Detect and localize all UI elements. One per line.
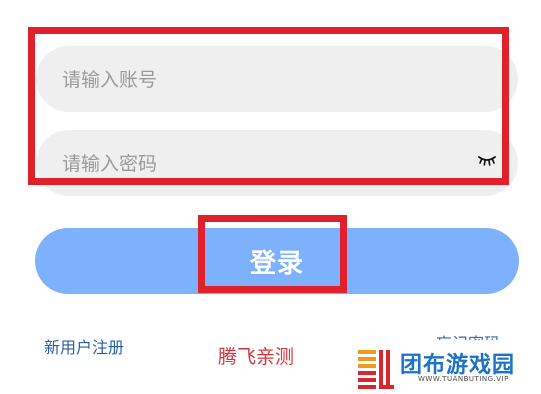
password-input[interactable]	[60, 130, 464, 198]
login-button-label: 登录	[249, 248, 304, 279]
register-link[interactable]: 新用户注册	[44, 334, 124, 358]
eye-closed-icon[interactable]	[478, 155, 496, 167]
account-field[interactable]	[36, 46, 518, 114]
login-button[interactable]: 登录	[35, 228, 519, 294]
logo-subtitle: WWW.TUANBUTING.VIP	[418, 375, 509, 383]
logo-mark-icon	[358, 350, 394, 389]
account-input[interactable]	[60, 46, 464, 114]
site-logo: 团布游戏园 WWW.TUANBUTING.VIP	[356, 340, 541, 394]
watermark-text: 腾飞亲测	[218, 346, 295, 368]
password-field[interactable]	[36, 130, 518, 198]
